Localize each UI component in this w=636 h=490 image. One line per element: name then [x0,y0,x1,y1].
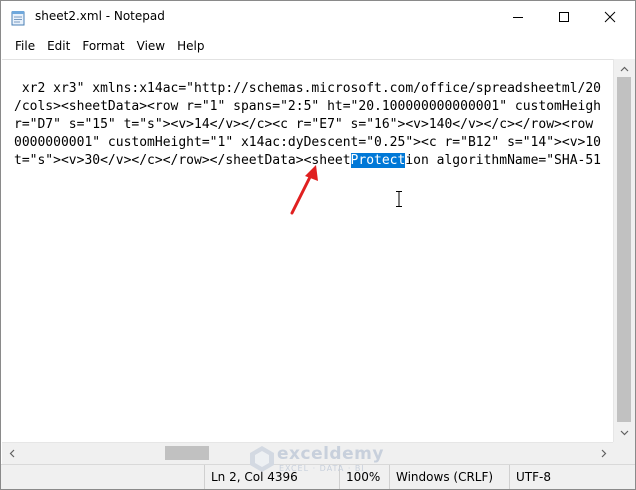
menu-file[interactable]: File [9,37,41,55]
horizontal-scroll-thumb[interactable] [165,446,209,460]
close-button[interactable] [587,1,633,33]
minimize-icon [513,17,523,18]
notepad-window: sheet2.xml - Notepad File Edit Format Vi… [0,0,636,490]
menu-bar: File Edit Format View Help [1,35,635,57]
text-cursor-icon [396,191,402,207]
status-encoding: UTF-8 [509,465,635,489]
title-bar[interactable]: sheet2.xml - Notepad [1,1,635,33]
notepad-icon [11,11,25,26]
horizontal-scrollbar[interactable] [2,442,613,464]
menu-edit[interactable]: Edit [41,37,76,55]
editor-line: xr2 xr3" xmlns:x14ac="http://schemas.mic… [14,81,601,96]
scroll-up-button[interactable] [614,60,635,77]
maximize-icon [559,12,569,22]
line-text-after: ion algorithmName="SHA-51 [405,153,602,168]
annotation-arrow-icon [290,165,318,215]
vertical-scroll-thumb[interactable] [617,77,631,422]
editor-line: 0000000001" customHeight="1" x14ac:dyDes… [14,135,601,150]
minimize-button[interactable] [495,1,541,33]
text-editor[interactable]: xr2 xr3" xmlns:x14ac="http://schemas.mic… [2,59,613,443]
chevron-left-icon [9,449,14,458]
status-zoom: 100% [339,465,389,489]
close-icon [604,11,616,23]
maximize-button[interactable] [541,1,587,33]
editor-line: /cols><sheetData><row r="1" spans="2:5" … [14,99,601,114]
window-title: sheet2.xml - Notepad [35,9,165,23]
scroll-left-button[interactable] [3,445,20,462]
chevron-down-icon [620,430,629,435]
editor-line: r="D7" s="15" t="s"><v>14</v></c><c r="E… [14,117,594,132]
menu-help[interactable]: Help [171,37,210,55]
scroll-right-button[interactable] [595,445,612,462]
status-bar: Ln 2, Col 4396 100% Windows (CRLF) UTF-8 [1,464,635,489]
scroll-down-button[interactable] [614,424,635,441]
vertical-scrollbar[interactable] [613,59,635,442]
status-cursor-position: Ln 2, Col 4396 [204,465,339,489]
selected-text: Protect [350,153,406,168]
chevron-right-icon [601,449,606,458]
status-line-ending: Windows (CRLF) [389,465,509,489]
scrollbar-corner [613,442,635,464]
menu-view[interactable]: View [131,37,171,55]
menu-format[interactable]: Format [76,37,130,55]
chevron-up-icon [620,66,629,71]
